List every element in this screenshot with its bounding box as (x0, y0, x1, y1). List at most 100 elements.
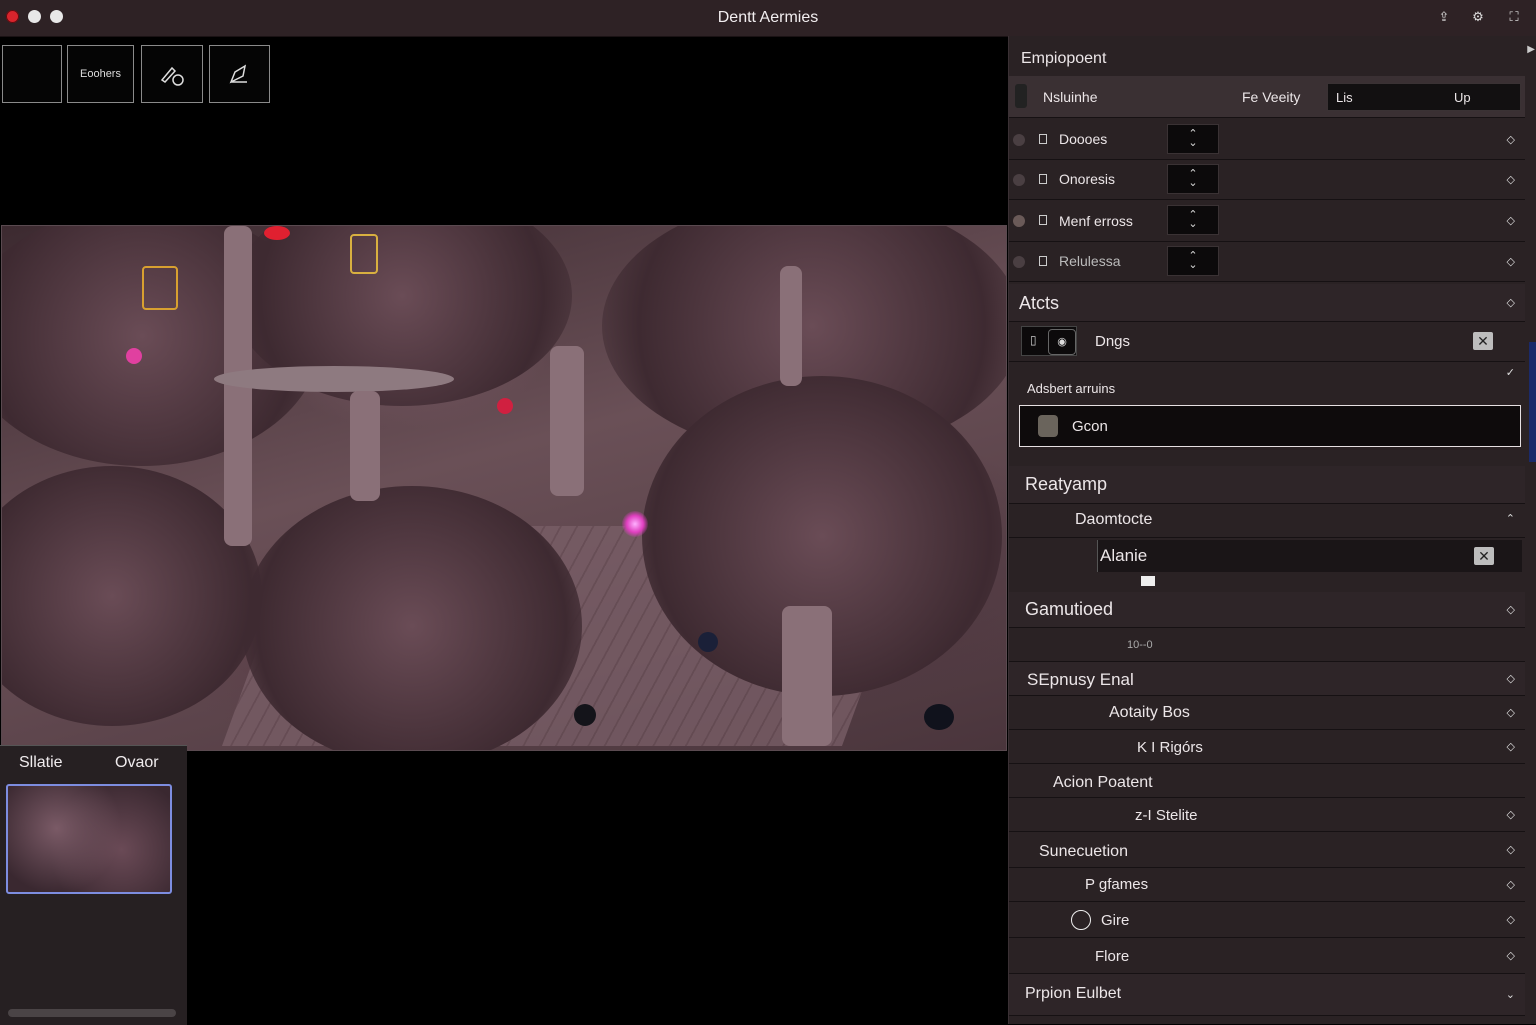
list-item: Doooes ⌃ ⌄ ◇ (1009, 120, 1525, 160)
list-item: Relulessa ⌃ ⌄ ◇ (1009, 242, 1525, 282)
section-title: Gamutioed (1025, 599, 1114, 619)
list-item: Daomtocte ⌃ (1009, 504, 1525, 538)
row-checkbox[interactable] (1039, 134, 1047, 144)
vertical-scrollbar[interactable] (1529, 342, 1536, 462)
tree-trunk (780, 266, 802, 386)
list-item: 10--0 (1009, 628, 1525, 662)
gcon-field[interactable]: Gcon (1019, 405, 1521, 447)
clear-icon[interactable]: ✕ (1474, 547, 1494, 565)
range-left-value: Lis (1336, 90, 1353, 105)
row-checkbox[interactable] (1039, 256, 1047, 266)
dark-orb (574, 704, 596, 726)
list-item: K I Rigórs ◇ (1009, 730, 1525, 764)
section-title: Atcts (1019, 293, 1060, 313)
radio-button[interactable] (1071, 910, 1091, 930)
share-icon[interactable]: ⇪ (1436, 9, 1452, 25)
item-label: Gire (1101, 912, 1130, 929)
collapse-arrow-icon[interactable]: ▶ (1527, 44, 1535, 55)
magenta-light (126, 348, 142, 364)
window-title: Dentt Aermies (717, 9, 819, 26)
row-label: Relulessa (1059, 253, 1121, 269)
platform-pillar (350, 391, 380, 501)
list-item: Acion Poatent (1009, 764, 1525, 798)
chevron-down-icon[interactable]: ✓ (1506, 366, 1515, 379)
pink-light (622, 511, 648, 537)
tool-button-blank[interactable] (2, 45, 62, 103)
value-stepper[interactable]: ⌃ ⌄ (1167, 124, 1219, 154)
dark-orb (924, 704, 954, 730)
range-right-value: Up (1454, 90, 1471, 105)
keyframe-icon[interactable]: ◇ (1507, 843, 1515, 856)
settings-icon[interactable]: ⚙ (1470, 9, 1486, 25)
status-dot (1013, 256, 1025, 268)
item-label: Daomtocte (1075, 511, 1153, 528)
section-header[interactable]: Atcts ◇ (1009, 284, 1525, 322)
tool-button-others[interactable]: Eoohers (67, 45, 134, 103)
keyframe-icon[interactable]: ◇ (1507, 878, 1515, 891)
fullscreen-icon[interactable]: ⛶ (1506, 9, 1522, 25)
list-item: Sunecuetion ◇ (1009, 832, 1525, 868)
value-stepper[interactable]: ⌃ ⌄ (1167, 246, 1219, 276)
gcon-label: Gcon (1072, 418, 1108, 435)
horizontal-scrollbar[interactable] (8, 1009, 176, 1017)
top-row-label: Nsluinhe (1043, 89, 1098, 105)
value-stepper[interactable]: ⌃ ⌄ (1167, 205, 1219, 235)
clear-icon[interactable]: ✕ (1473, 332, 1493, 350)
list-item: ▯ ◉ Dngs ✕ (1009, 322, 1525, 362)
title-bar: Dentt Aermies ⇪ ⚙ ⛶ (0, 0, 1536, 37)
adjust-label: Adsbert arruins (1027, 381, 1116, 396)
keyframe-icon[interactable]: ◇ (1507, 173, 1515, 186)
scene-thumbnail[interactable] (6, 784, 172, 894)
keyframe-icon[interactable]: ◇ (1507, 740, 1515, 753)
section-header[interactable]: Reatyamp (1009, 466, 1525, 504)
blue-orb (698, 632, 718, 652)
row-label: Doooes (1059, 131, 1108, 147)
chevron-up-icon[interactable]: ⌃ (1506, 512, 1515, 525)
keyframe-icon[interactable]: ◇ (1507, 808, 1515, 821)
tree-trunk (782, 606, 832, 746)
item-label: K I Rigórs (1137, 739, 1203, 756)
section-header[interactable]: Gamutioed ◇ (1009, 592, 1525, 628)
section-header[interactable]: SEpnusy Enal ◇ (1009, 662, 1525, 696)
asset-panel: Sllatie Ovaor (0, 745, 187, 1025)
range-field[interactable]: Lis Up (1327, 83, 1521, 111)
list-item: P gfames ◇ (1009, 868, 1525, 902)
chevron-down-icon[interactable]: ⌄ (1506, 988, 1515, 1001)
keyframe-icon[interactable]: ◇ (1507, 672, 1515, 685)
keyframe-icon[interactable]: ◇ (1507, 133, 1515, 146)
section-title: SEpnusy Enal (1027, 670, 1134, 689)
tab-ovaor[interactable]: Ovaor (115, 754, 159, 772)
row-checkbox[interactable] (1039, 215, 1047, 225)
item-label: P gfames (1085, 876, 1149, 893)
keyframe-icon[interactable]: ◇ (1507, 913, 1515, 926)
status-dot (1013, 215, 1025, 227)
keyframe-icon[interactable]: ◇ (1507, 255, 1515, 268)
keyframe-icon[interactable]: ◇ (1507, 603, 1515, 616)
item-label: Flore (1095, 948, 1130, 965)
red-lantern (264, 226, 290, 240)
pen-icon (229, 64, 247, 84)
round-platform (214, 366, 454, 392)
pen-tool-button[interactable] (209, 45, 270, 103)
section-title: Prpion Eulbet (1025, 985, 1122, 1002)
keyframe-icon[interactable]: ◇ (1507, 296, 1515, 309)
keyframe-icon[interactable]: ◇ (1507, 706, 1515, 719)
hanging-lantern (350, 234, 378, 274)
section-title: Reatyamp (1025, 474, 1108, 494)
keyframe-icon[interactable]: ◇ (1507, 214, 1515, 227)
tab-slatie[interactable]: Sllatie (19, 754, 63, 772)
list-item: Flore ◇ (1009, 938, 1525, 974)
slider-handle[interactable] (1141, 576, 1155, 586)
list-item: Menf erross ⌃ ⌄ ◇ (1009, 200, 1525, 242)
handle-icon (1015, 84, 1027, 108)
brush-tool-button[interactable] (141, 45, 203, 103)
row-checkbox[interactable] (1039, 174, 1047, 184)
status-dot (1013, 174, 1025, 186)
section-header[interactable]: Prpion Eulbet ⌄ (1009, 974, 1525, 1016)
scene-viewport[interactable] (1, 225, 1007, 751)
value-stepper[interactable]: ⌃ ⌄ (1167, 164, 1219, 194)
properties-panel: Empiopoent ▶ Nsluinhe Fe Veeity Lis Up D… (1008, 36, 1536, 1024)
keyframe-icon[interactable]: ◇ (1507, 949, 1515, 962)
toggle-group[interactable]: ▯ ◉ (1021, 326, 1077, 356)
alanie-field[interactable]: Alanie ✕ (1097, 540, 1522, 572)
